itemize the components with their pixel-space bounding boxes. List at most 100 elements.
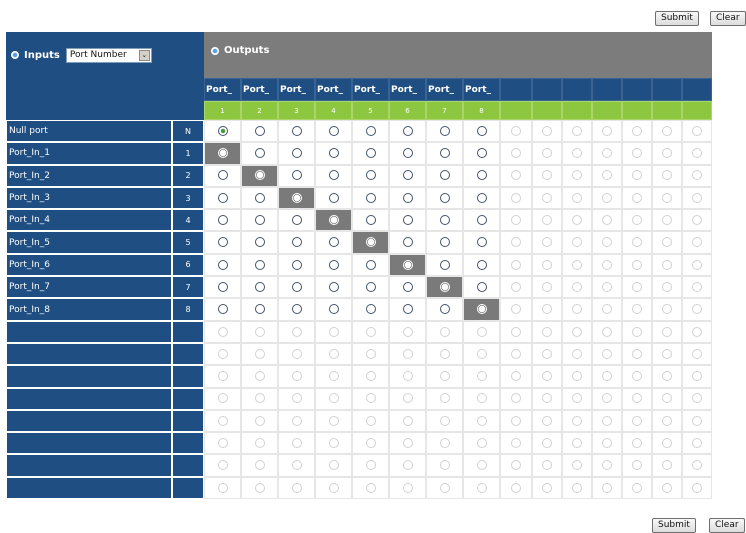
route-radio[interactable] (511, 237, 521, 248)
route-radio[interactable] (632, 148, 642, 159)
crosspoint-cell[interactable] (652, 476, 682, 500)
route-radio[interactable] (542, 371, 552, 382)
route-radio[interactable] (439, 304, 450, 315)
route-radio[interactable] (439, 192, 450, 203)
crosspoint-cell[interactable] (622, 365, 652, 388)
route-radio[interactable] (254, 438, 265, 449)
crosspoint-cell[interactable] (622, 276, 652, 299)
route-radio[interactable] (602, 170, 612, 181)
route-radio[interactable] (439, 460, 450, 471)
crosspoint-cell[interactable] (352, 209, 389, 232)
route-radio[interactable] (572, 415, 582, 426)
route-radio[interactable] (542, 215, 552, 226)
crosspoint-cell[interactable] (426, 320, 463, 343)
crosspoint-cell[interactable] (315, 186, 352, 210)
route-radio[interactable] (511, 192, 521, 203)
crosspoint-cell[interactable] (241, 298, 278, 321)
submit-button-top[interactable]: Submit (655, 11, 699, 26)
crosspoint-cell[interactable] (204, 365, 241, 388)
route-radio[interactable] (632, 125, 642, 136)
crosspoint-cell[interactable] (463, 186, 500, 210)
crosspoint-cell[interactable] (592, 342, 622, 366)
route-radio[interactable] (542, 281, 552, 292)
crosspoint-cell[interactable] (389, 432, 426, 455)
crosspoint-cell[interactable] (562, 164, 592, 187)
crosspoint-cell[interactable] (352, 432, 389, 455)
route-radio[interactable] (365, 348, 376, 359)
crosspoint-cell[interactable] (562, 409, 592, 433)
route-radio[interactable] (692, 438, 702, 449)
route-radio[interactable] (365, 170, 376, 181)
route-radio[interactable] (692, 304, 702, 315)
route-radio[interactable] (662, 304, 672, 315)
route-radio[interactable] (254, 125, 265, 136)
crosspoint-cell[interactable] (204, 231, 241, 254)
crosspoint-cell[interactable] (592, 409, 622, 433)
crosspoint-cell[interactable] (562, 298, 592, 321)
route-radio[interactable] (217, 304, 228, 315)
route-radio[interactable] (217, 348, 228, 359)
crosspoint-cell[interactable] (652, 342, 682, 366)
submit-button-bottom[interactable]: Submit (652, 518, 696, 533)
crosspoint-cell[interactable] (652, 387, 682, 410)
route-radio[interactable] (439, 438, 450, 449)
crosspoint-cell[interactable] (204, 142, 241, 165)
route-radio[interactable] (291, 415, 302, 426)
route-radio[interactable] (254, 215, 265, 226)
route-radio[interactable] (254, 482, 265, 493)
crosspoint-cell[interactable] (682, 365, 712, 388)
route-radio[interactable] (402, 460, 413, 471)
crosspoint-cell[interactable] (389, 276, 426, 299)
crosspoint-cell[interactable] (241, 387, 278, 410)
route-radio[interactable] (572, 393, 582, 404)
route-radio[interactable] (328, 482, 339, 493)
route-radio[interactable] (439, 259, 450, 270)
crosspoint-cell[interactable] (682, 454, 712, 477)
crosspoint-cell[interactable] (682, 320, 712, 343)
crosspoint-cell[interactable] (241, 320, 278, 343)
crosspoint-cell[interactable] (278, 365, 315, 388)
route-radio[interactable] (602, 125, 612, 136)
crosspoint-cell[interactable] (622, 320, 652, 343)
route-radio[interactable] (602, 215, 612, 226)
crosspoint-cell[interactable] (592, 432, 622, 455)
route-radio[interactable] (602, 482, 612, 493)
crosspoint-cell[interactable] (500, 142, 532, 165)
crosspoint-cell[interactable] (278, 120, 315, 143)
crosspoint-cell[interactable] (463, 298, 500, 321)
crosspoint-cell[interactable] (652, 164, 682, 187)
route-radio[interactable] (542, 482, 552, 493)
crosspoint-cell[interactable] (315, 253, 352, 277)
route-radio[interactable] (217, 371, 228, 382)
route-radio[interactable] (692, 415, 702, 426)
crosspoint-cell[interactable] (532, 387, 562, 410)
crosspoint-cell[interactable] (532, 164, 562, 187)
route-radio[interactable] (439, 371, 450, 382)
inputs-radio[interactable] (11, 51, 19, 59)
crosspoint-cell[interactable] (682, 120, 712, 143)
route-radio[interactable] (254, 326, 265, 337)
crosspoint-cell[interactable] (278, 454, 315, 477)
route-radio[interactable] (402, 482, 413, 493)
route-radio[interactable] (692, 482, 702, 493)
crosspoint-cell[interactable] (500, 253, 532, 277)
route-radio[interactable] (365, 192, 376, 203)
route-radio[interactable] (439, 415, 450, 426)
crosspoint-cell[interactable] (389, 120, 426, 143)
crosspoint-cell[interactable] (315, 432, 352, 455)
route-radio[interactable] (291, 237, 302, 248)
crosspoint-cell[interactable] (592, 186, 622, 210)
crosspoint-cell[interactable] (204, 253, 241, 277)
crosspoint-cell[interactable] (204, 432, 241, 455)
crosspoint-cell[interactable] (500, 476, 532, 500)
route-radio[interactable] (291, 326, 302, 337)
crosspoint-cell[interactable] (463, 120, 500, 143)
route-radio[interactable] (602, 281, 612, 292)
crosspoint-cell[interactable] (592, 454, 622, 477)
route-radio[interactable] (662, 393, 672, 404)
crosspoint-cell[interactable] (532, 432, 562, 455)
crosspoint-cell[interactable] (315, 120, 352, 143)
route-radio[interactable] (692, 259, 702, 270)
crosspoint-cell[interactable] (500, 365, 532, 388)
crosspoint-cell[interactable] (463, 342, 500, 366)
